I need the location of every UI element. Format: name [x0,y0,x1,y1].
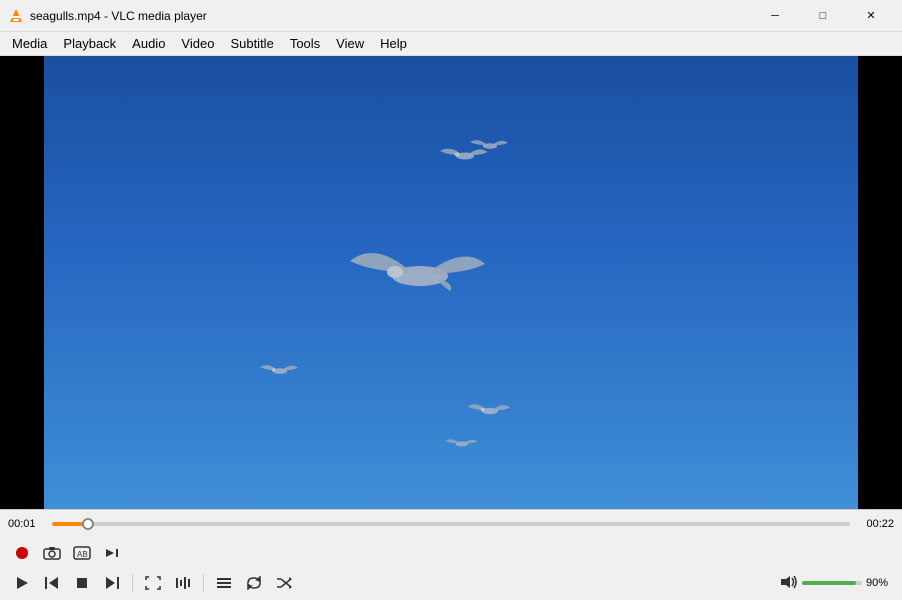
frame-by-frame-button[interactable] [98,542,126,564]
volume-label: 90% [866,577,894,589]
record-button[interactable] [8,542,36,564]
previous-button[interactable] [38,572,66,594]
maximize-button[interactable]: □ [800,2,846,30]
separator1 [132,574,133,592]
menu-audio[interactable]: Audio [124,34,173,53]
vlc-icon [8,8,24,24]
stop-button[interactable] [68,572,96,594]
menu-bar: Media Playback Audio Video Subtitle Tool… [0,32,902,56]
next-button[interactable] [98,572,126,594]
svg-text:AB: AB [77,550,88,559]
title-bar: seagulls.mp4 - VLC media player ─ □ ✕ [0,0,902,32]
playlist-button[interactable] [210,572,238,594]
separator2 [203,574,204,592]
volume-fill [802,581,856,585]
snapshot-button[interactable] [38,542,66,564]
menu-help[interactable]: Help [372,34,415,53]
controls-row2: 90% [0,568,902,600]
controls-row1: AB [0,538,902,568]
bottom-controls: 00:01 00:22 AB [0,509,902,600]
fullscreen-button[interactable] [139,572,167,594]
video-canvas [0,56,902,509]
video-area [0,56,902,509]
menu-media[interactable]: Media [4,34,55,53]
progress-thumb[interactable] [82,518,94,530]
menu-video[interactable]: Video [173,34,222,53]
loop-ab-button[interactable]: AB [68,542,96,564]
random-button[interactable] [270,572,298,594]
progress-track[interactable] [52,522,850,526]
menu-playback[interactable]: Playback [55,34,124,53]
close-button[interactable]: ✕ [848,2,894,30]
window-title: seagulls.mp4 - VLC media player [30,9,752,23]
progress-bar-row: 00:01 00:22 [0,510,902,538]
volume-icon[interactable] [780,574,798,593]
seagulls-video [0,56,902,509]
menu-view[interactable]: View [328,34,372,53]
minimize-button[interactable]: ─ [752,2,798,30]
volume-track[interactable] [802,581,862,585]
window-controls: ─ □ ✕ [752,2,894,30]
time-total: 00:22 [856,518,894,530]
play-pause-button[interactable] [8,572,36,594]
loop-button[interactable] [240,572,268,594]
extended-settings-button[interactable] [169,572,197,594]
menu-subtitle[interactable]: Subtitle [222,34,281,53]
time-elapsed: 00:01 [8,518,46,530]
volume-area: 90% [780,574,894,593]
menu-tools[interactable]: Tools [282,34,328,53]
